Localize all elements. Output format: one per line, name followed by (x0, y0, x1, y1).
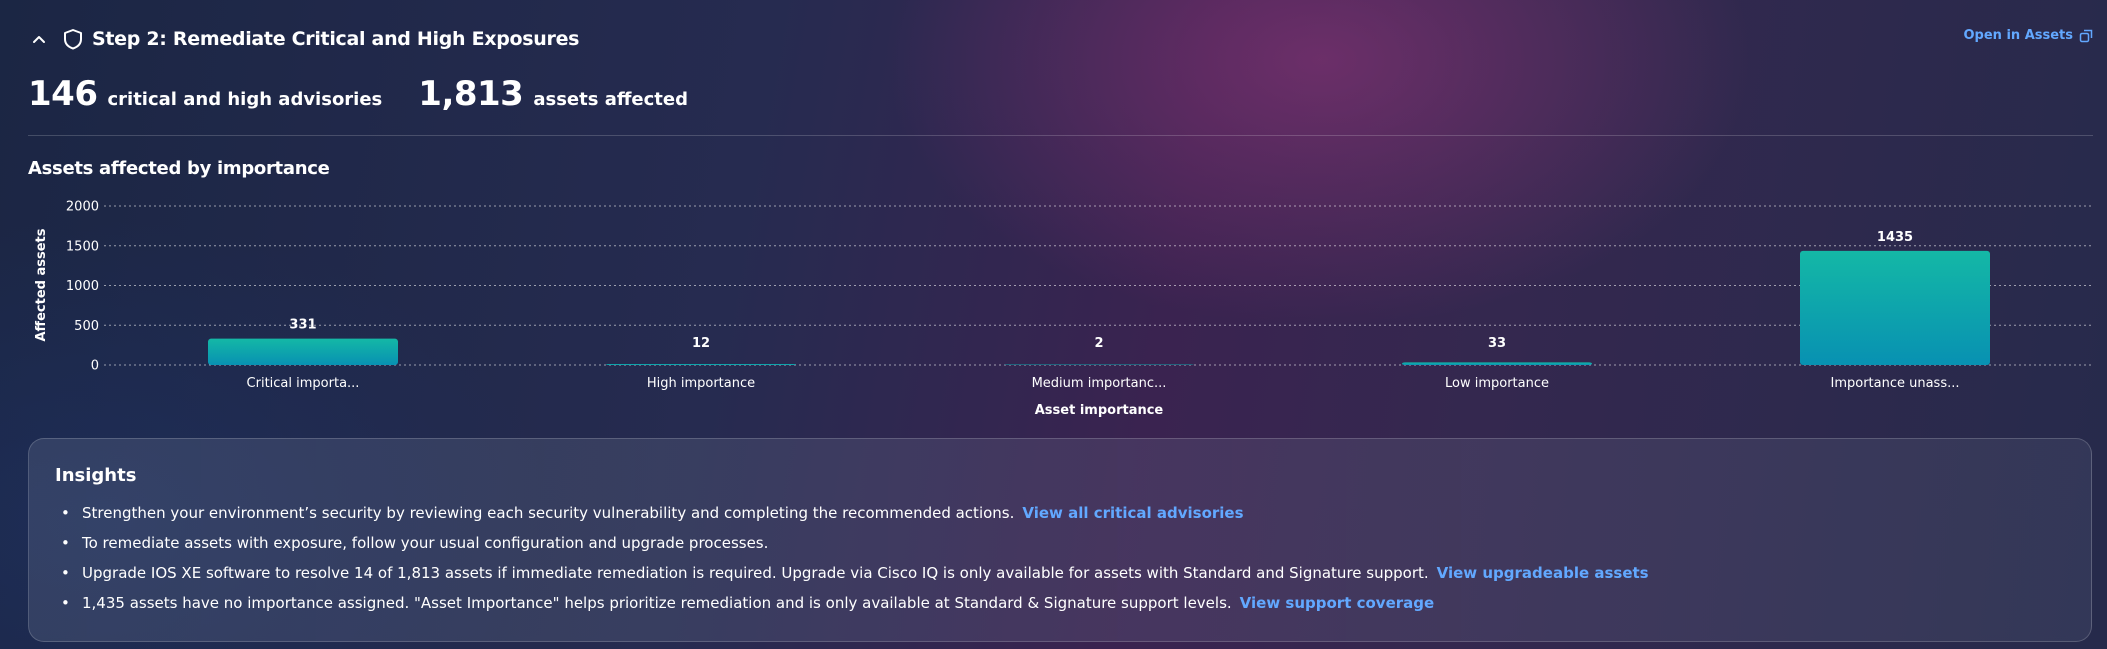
section-title: Step 2: Remediate Critical and High Expo… (92, 28, 580, 50)
assets-count: 1,813 (418, 74, 524, 114)
external-link-icon (2079, 29, 2093, 42)
insight-item: • Upgrade IOS XE software to resolve 14 … (55, 563, 1649, 593)
open-in-assets-label: Open in Assets (1963, 28, 2074, 43)
insights-list: • Strengthen your environment’s security… (55, 503, 1649, 623)
bar[interactable] (1402, 362, 1592, 365)
x-tick-label: Low importance (1445, 376, 1549, 391)
insights-panel: Insights • Strengthen your environment’s… (28, 438, 2092, 642)
bullet-icon: • (61, 534, 70, 552)
x-tick-label: High importance (647, 376, 755, 391)
insight-item: • To remediate assets with exposure, fol… (55, 533, 1649, 563)
chart-title: Assets affected by importance (28, 158, 330, 179)
summary-metrics: 146 critical and high advisories 1,813 a… (28, 74, 688, 114)
bar[interactable] (1004, 364, 1194, 366)
insight-text: 1,435 assets have no importance assigned… (82, 594, 1232, 612)
bar[interactable] (606, 364, 796, 365)
open-in-assets-link[interactable]: Open in Assets (1964, 28, 2094, 43)
y-axis-label: Affected assets (34, 228, 49, 341)
data-label: 2 (1094, 336, 1103, 351)
insight-item: • Strengthen your environment’s security… (55, 503, 1649, 533)
view-support-coverage-link[interactable]: View support coverage (1240, 593, 1435, 623)
y-tick-label: 500 (74, 319, 99, 334)
data-label: 1435 (1877, 230, 1913, 245)
bullet-icon: • (61, 504, 70, 522)
y-tick-label: 1500 (66, 239, 99, 254)
advisories-label: critical and high advisories (107, 89, 383, 110)
chevron-up-icon[interactable] (28, 28, 50, 50)
x-axis-label: Asset importance (1035, 403, 1164, 418)
y-tick-label: 2000 (66, 200, 99, 215)
divider (28, 135, 2093, 136)
assets-label: assets affected (533, 89, 688, 110)
section-header: Step 2: Remediate Critical and High Expo… (28, 24, 579, 54)
insight-text: To remediate assets with exposure, follo… (82, 534, 769, 552)
x-tick-label: Critical importa... (247, 376, 360, 391)
data-label: 331 (289, 318, 316, 333)
bullet-icon: • (61, 594, 70, 612)
insights-title: Insights (55, 465, 137, 486)
x-tick-label: Importance unass... (1830, 376, 1959, 391)
bullet-icon: • (61, 564, 70, 582)
insight-item: • 1,435 assets have no importance assign… (55, 593, 1649, 623)
data-label: 33 (1488, 336, 1506, 351)
bar[interactable] (208, 338, 398, 365)
advisories-count: 146 (28, 74, 98, 114)
view-all-critical-advisories-link[interactable]: View all critical advisories (1022, 503, 1243, 533)
y-tick-label: 1000 (66, 279, 99, 294)
shield-icon (62, 27, 86, 51)
insight-text: Upgrade IOS XE software to resolve 14 of… (82, 564, 1429, 582)
insight-text: Strengthen your environment’s security b… (82, 504, 1015, 522)
assets-by-importance-chart: 2000 1500 1000 500 0 331 Critical importa... 12… (34, 200, 2094, 418)
y-tick-label: 0 (91, 359, 99, 374)
x-tick-label: Medium importanc... (1032, 376, 1167, 391)
data-label: 12 (692, 336, 710, 351)
bar[interactable] (1800, 250, 1990, 365)
view-upgradeable-assets-link[interactable]: View upgradeable assets (1437, 563, 1649, 593)
